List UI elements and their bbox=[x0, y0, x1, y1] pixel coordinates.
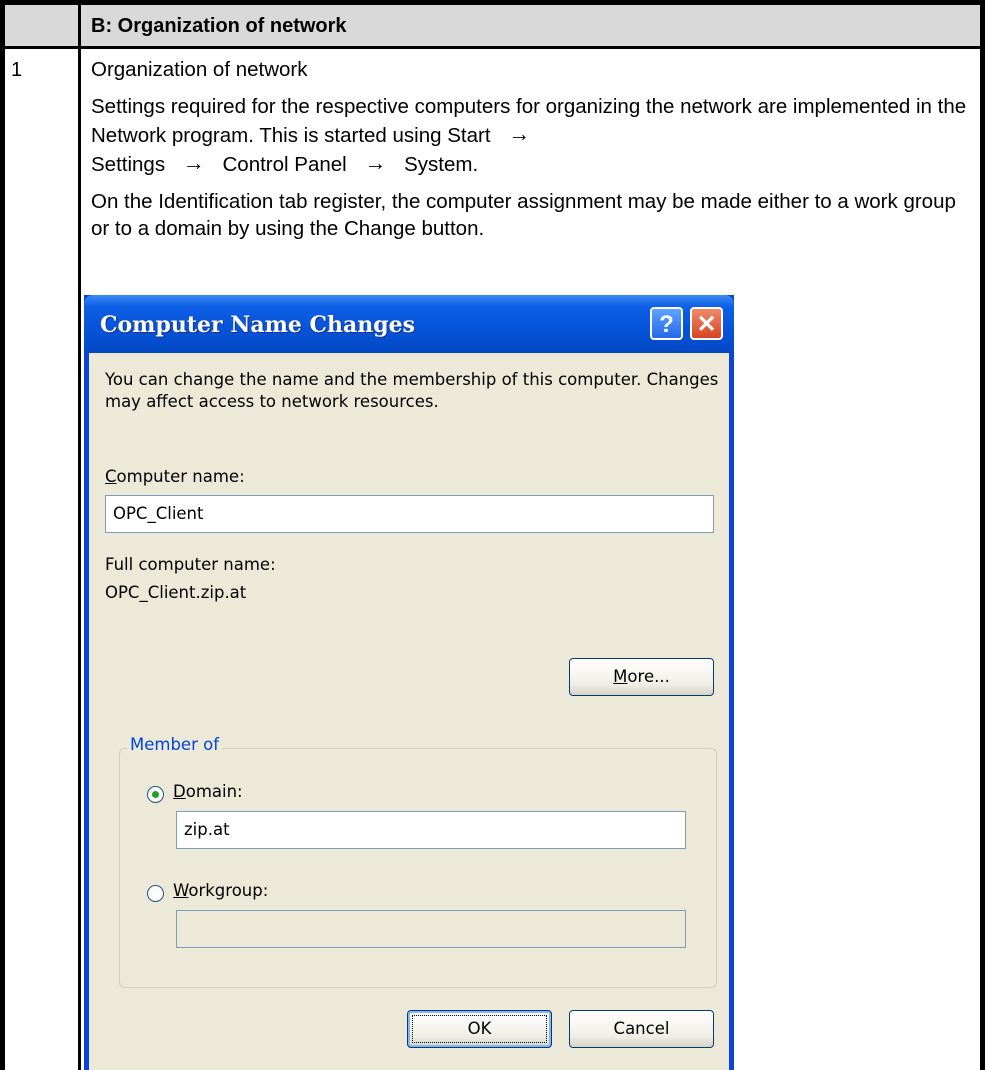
focus-rectangle bbox=[412, 1015, 547, 1043]
table-right-border bbox=[980, 0, 985, 1070]
domain-radio[interactable] bbox=[147, 786, 164, 803]
workgroup-radio[interactable] bbox=[147, 885, 164, 902]
header-divider bbox=[0, 46, 985, 49]
label-text: omputer name: bbox=[116, 467, 245, 486]
table-left-border bbox=[0, 0, 5, 1070]
paragraph-settings: Settings required for the respective com… bbox=[91, 93, 971, 178]
help-icon[interactable]: ? bbox=[650, 307, 683, 340]
workgroup-input[interactable] bbox=[176, 910, 686, 948]
path-step-settings: Settings bbox=[91, 153, 166, 176]
computer-name-label: Computer name: bbox=[105, 467, 245, 486]
label-text: orkgroup: bbox=[188, 881, 269, 900]
button-label: ore... bbox=[627, 667, 670, 686]
mnemonic: D bbox=[173, 782, 186, 801]
number-column-divider bbox=[78, 5, 81, 1070]
computer-name-input[interactable]: OPC_Client bbox=[105, 495, 714, 533]
domain-label[interactable]: Domain: bbox=[173, 782, 243, 801]
row-number: 1 bbox=[11, 59, 23, 81]
dialog-title: Computer Name Changes bbox=[100, 312, 416, 338]
label-text: omain: bbox=[185, 782, 243, 801]
dialog-client-area: You can change the name and the membersh… bbox=[89, 353, 729, 1070]
mnemonic: W bbox=[173, 881, 189, 900]
member-of-label: Member of bbox=[127, 735, 223, 754]
path-step-system: System. bbox=[404, 153, 479, 176]
full-computer-name-value: OPC_Client.zip.at bbox=[105, 583, 247, 602]
mnemonic: C bbox=[105, 467, 117, 486]
right-arrow-icon: → bbox=[182, 150, 205, 175]
right-arrow-icon: → bbox=[364, 150, 387, 175]
computer-name-changes-dialog: Computer Name Changes ? ✕ You can change… bbox=[84, 295, 734, 1070]
dialog-titlebar[interactable]: Computer Name Changes ? ✕ bbox=[84, 295, 734, 353]
mnemonic: M bbox=[613, 667, 628, 686]
full-computer-name-label: Full computer name: bbox=[105, 555, 276, 574]
table-header-title: B: Organization of network bbox=[91, 15, 347, 37]
row-content: Organization of network Settings require… bbox=[91, 56, 971, 252]
paragraph-identification: On the Identification tab register, the … bbox=[91, 190, 956, 240]
domain-input[interactable]: zip.at bbox=[176, 811, 686, 849]
row-heading: Organization of network bbox=[91, 58, 308, 81]
right-arrow-icon: → bbox=[508, 121, 531, 146]
close-icon[interactable]: ✕ bbox=[690, 307, 723, 340]
dialog-description: You can change the name and the membersh… bbox=[105, 370, 719, 411]
more-button[interactable]: More... bbox=[569, 658, 714, 696]
path-step-control-panel: Control Panel bbox=[222, 153, 347, 176]
cancel-button[interactable]: Cancel bbox=[569, 1010, 714, 1048]
ok-button[interactable]: OK bbox=[407, 1010, 552, 1048]
workgroup-label[interactable]: Workgroup: bbox=[173, 881, 268, 900]
